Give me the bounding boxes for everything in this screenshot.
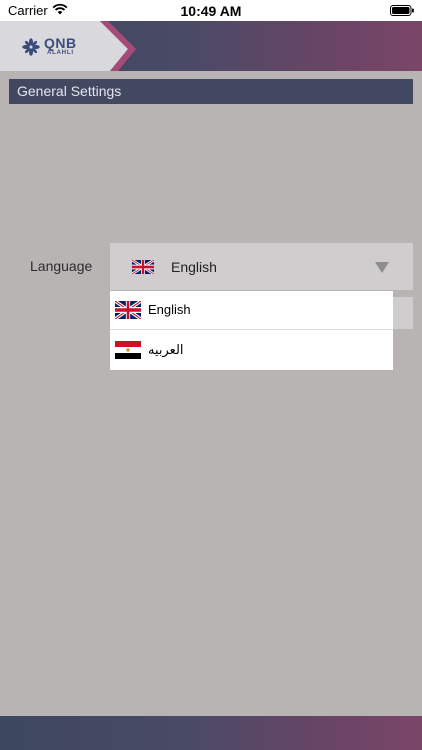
logo-subtitle: ALAHLI (47, 50, 74, 56)
battery-icon (390, 5, 414, 16)
option-label: English (148, 302, 191, 317)
language-option-arabic[interactable]: العربيه (110, 331, 393, 370)
language-select[interactable]: English (110, 243, 413, 290)
app-header: QNB ALAHLI (0, 21, 422, 71)
logo-brand: QNB (44, 35, 77, 51)
status-bar: Carrier 10:49 AM (0, 0, 422, 21)
language-label: Language (30, 258, 93, 274)
uk-flag-icon (132, 260, 154, 274)
section-title: General Settings (9, 79, 413, 104)
caret-down-icon (375, 262, 389, 273)
language-option-english[interactable]: English (110, 291, 393, 330)
language-selected-value: English (171, 259, 217, 275)
qnb-logo-icon (22, 38, 40, 56)
egypt-flag-icon (115, 341, 141, 359)
status-time: 10:49 AM (180, 3, 242, 19)
language-dropdown: English العربيه (110, 291, 393, 370)
uk-flag-icon (115, 301, 141, 319)
option-label: العربيه (148, 342, 184, 357)
app-footer (0, 716, 422, 750)
